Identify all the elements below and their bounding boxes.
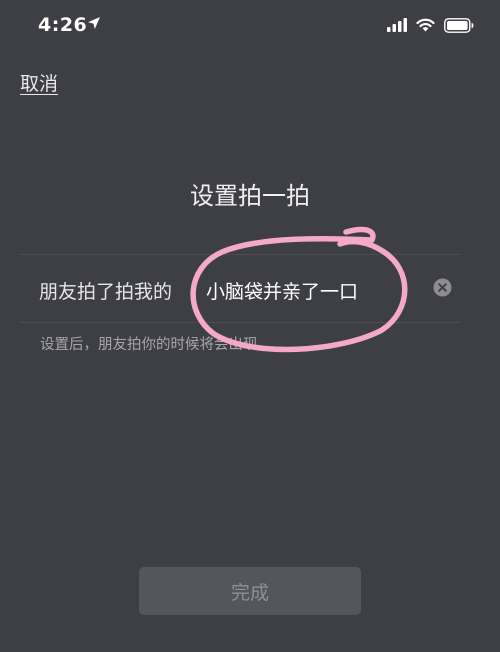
pat-text-field[interactable]: 朋友拍了拍我的 小脑袋并亲了一口: [20, 254, 461, 322]
page-title: 设置拍一拍: [190, 182, 310, 210]
battery-icon: [444, 17, 474, 33]
pat-suffix-input[interactable]: 小脑袋并亲了一口: [206, 277, 358, 304]
field-bottom-divider: [20, 322, 461, 323]
clear-circle-icon[interactable]: [433, 278, 452, 297]
pat-prefix-label: 朋友拍了拍我的: [39, 281, 173, 303]
status-icons: [387, 16, 474, 34]
cancel-button[interactable]: 取消: [20, 69, 58, 96]
status-bar: 4:26: [0, 0, 500, 52]
hint-text: 设置后，朋友拍你的时候将会出现: [40, 337, 258, 353]
pink-circle-annotation: [190, 226, 408, 353]
status-time: 4:26: [38, 14, 88, 36]
location-arrow-icon: [88, 17, 100, 29]
wifi-icon: [416, 18, 435, 32]
done-button[interactable]: 完成: [139, 567, 361, 615]
signal-icon: [387, 18, 407, 32]
